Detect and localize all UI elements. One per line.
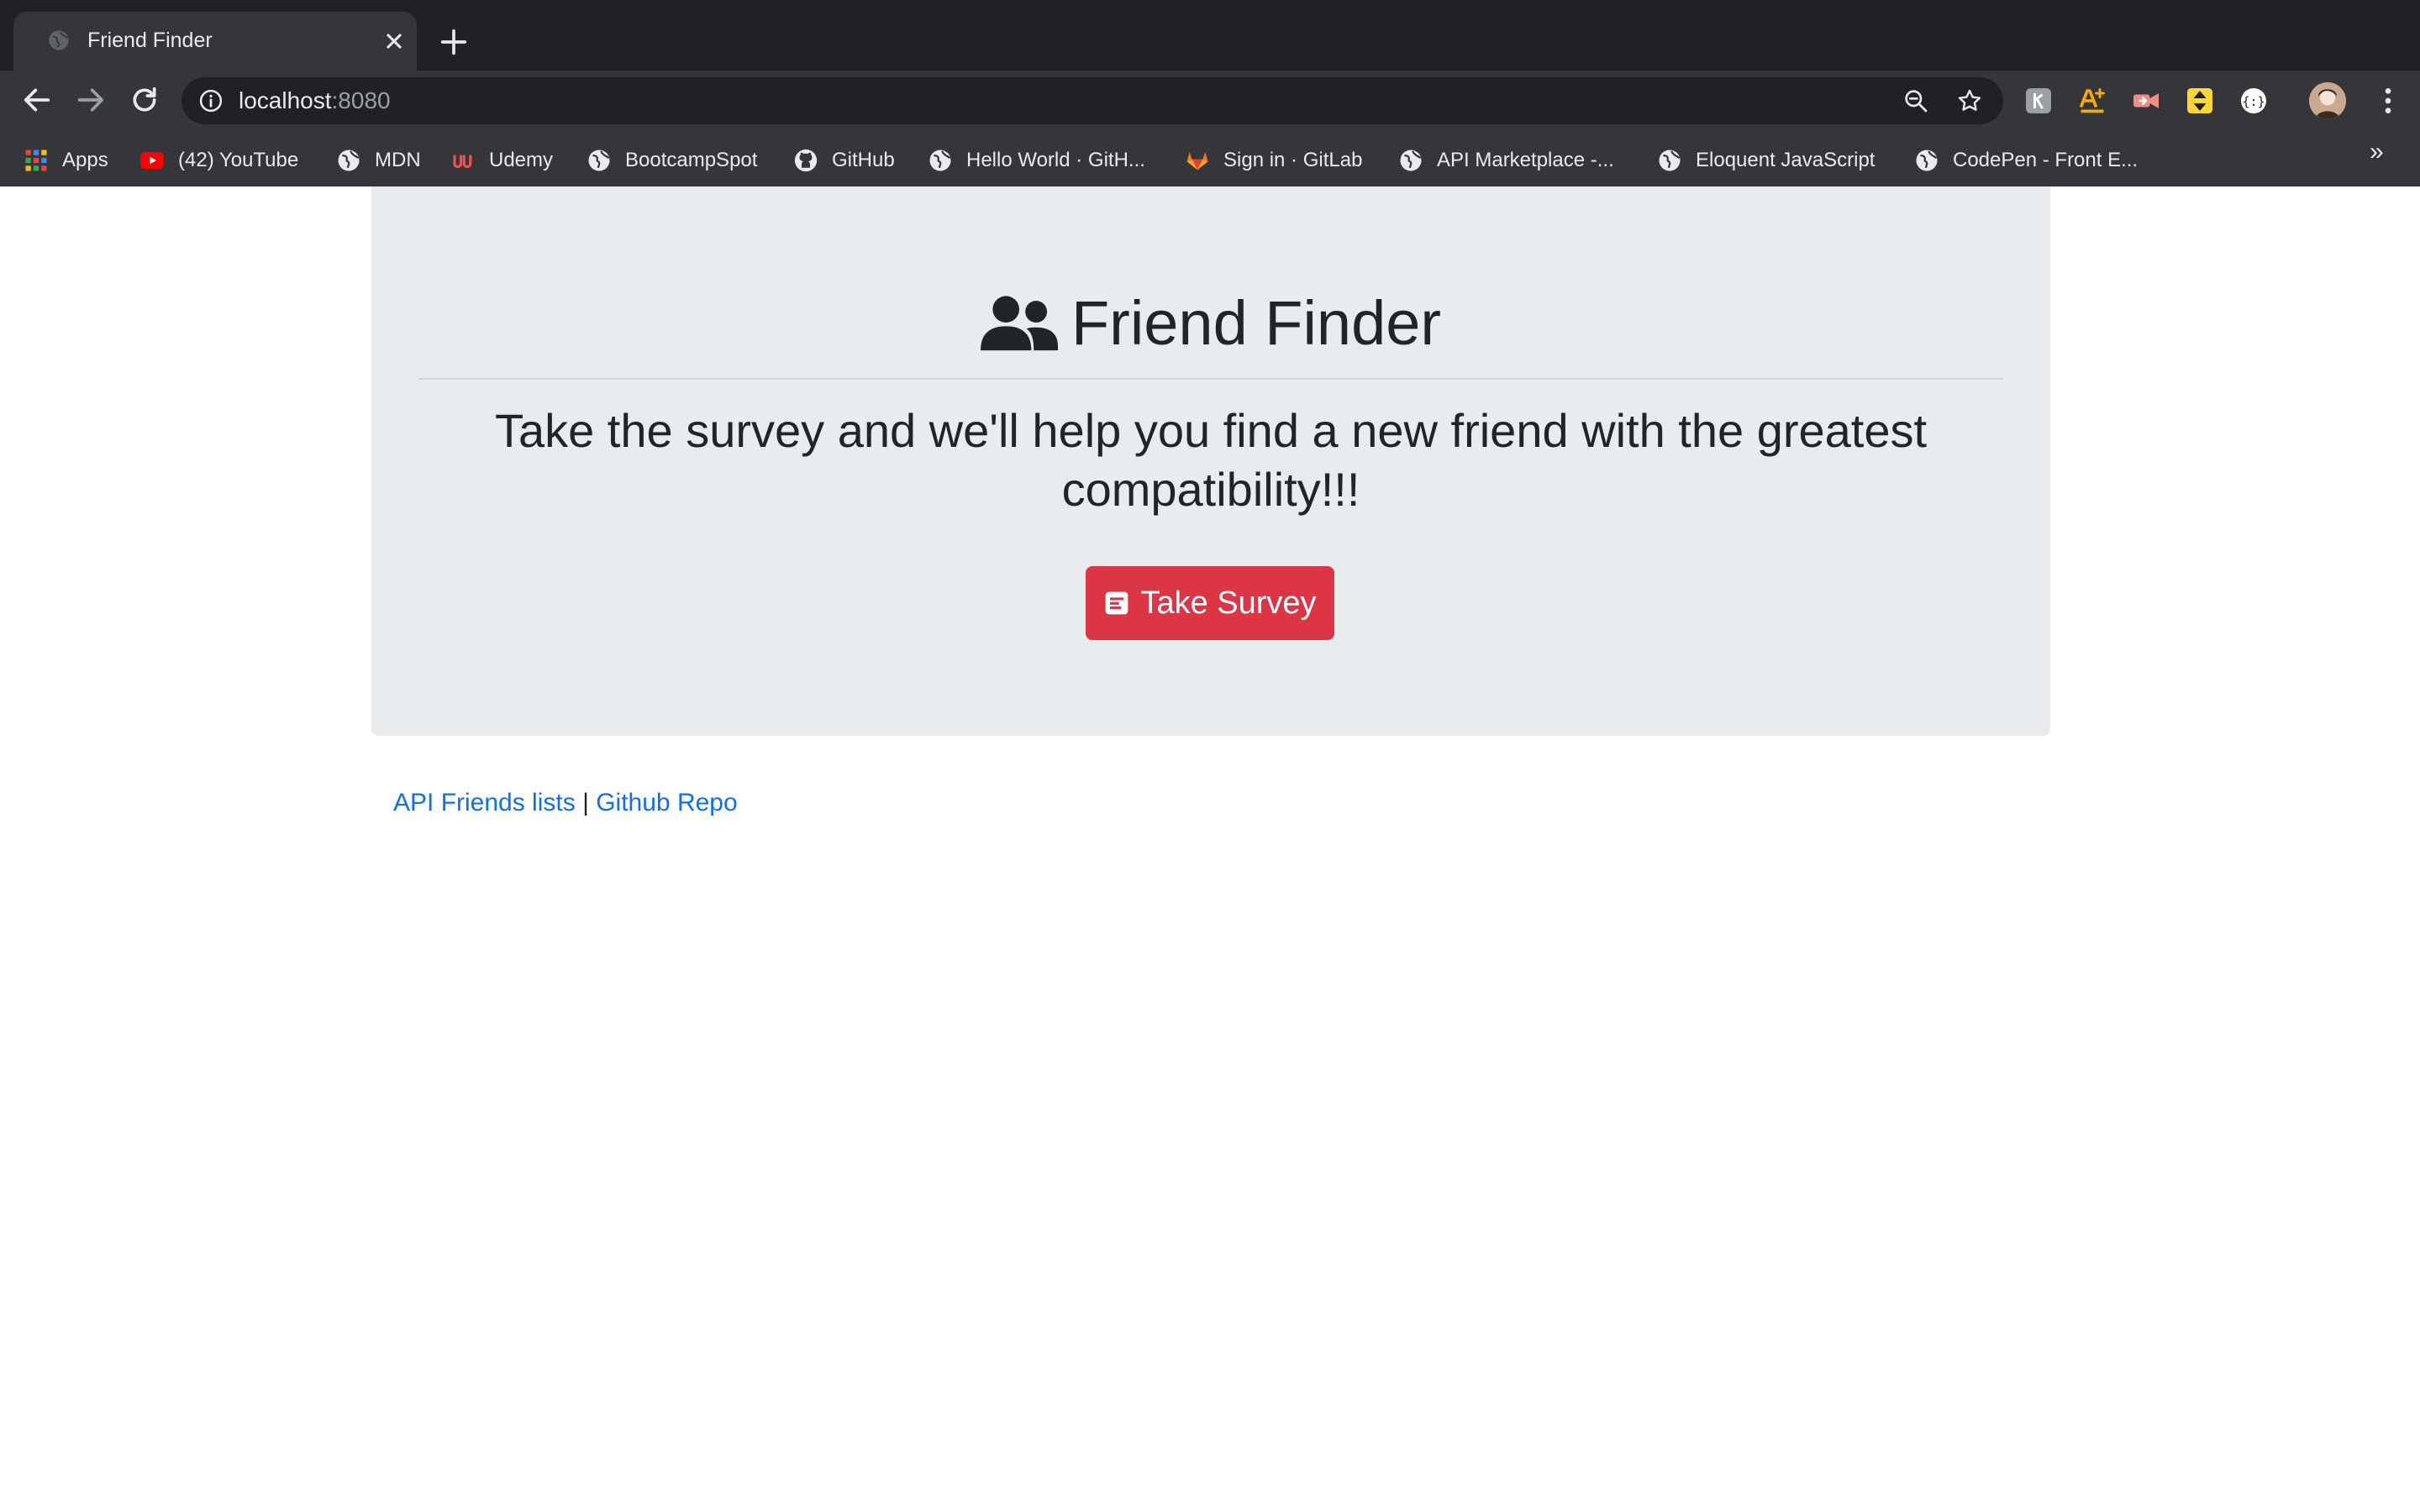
- hero-divider: [418, 378, 2003, 380]
- bookmark-eloquent-javascript[interactable]: Eloquent JavaScript: [1657, 146, 1875, 175]
- bookmark-youtube[interactable]: (42) YouTube: [139, 146, 298, 175]
- bookmark-label: MDN: [375, 149, 421, 171]
- github-repo-link[interactable]: Github Repo: [596, 789, 737, 816]
- bookmark-api-marketplace[interactable]: API Marketplace -...: [1398, 146, 1614, 175]
- link-separator: |: [582, 789, 589, 816]
- bookmark-github[interactable]: GitHub: [793, 146, 895, 175]
- new-tab-icon[interactable]: [437, 25, 471, 59]
- tab-title: Friend Finder: [87, 29, 213, 52]
- bookmark-mdn[interactable]: MDN: [336, 146, 421, 175]
- globe-icon: [1916, 150, 1938, 171]
- bookmark-udemy[interactable]: Udemy: [450, 146, 553, 175]
- footer-links: API Friends lists | Github Repo: [393, 786, 738, 820]
- take-survey-button[interactable]: Take Survey: [1086, 566, 1334, 640]
- hero-jumbotron: Friend Finder Take the survey and we'll …: [371, 186, 2050, 736]
- svg-text:{:}: {:}: [2242, 94, 2265, 109]
- bookmarks-bar: Apps (42) YouTube MDN Udemy BootcampSpot…: [0, 134, 2420, 186]
- sort-extension-icon[interactable]: [2185, 86, 2215, 116]
- bookmark-star-icon[interactable]: [1956, 87, 1983, 114]
- bookmark-label: Hello World · GitH...: [966, 149, 1145, 171]
- globe-icon: [49, 30, 69, 50]
- globe-icon: [588, 150, 610, 171]
- bookmark-bootcampspot[interactable]: BootcampSpot: [587, 146, 757, 175]
- url-text[interactable]: localhost:8080: [239, 87, 391, 115]
- url-port: :8080: [331, 87, 391, 113]
- more-bookmarks-chevron-icon[interactable]: »: [2370, 138, 2384, 166]
- globe-icon: [338, 150, 360, 171]
- api-friends-link[interactable]: API Friends lists: [393, 789, 576, 816]
- forward-arrow-icon[interactable]: [74, 83, 108, 117]
- bookmark-label: BootcampSpot: [625, 149, 758, 171]
- page-title: Friend Finder: [371, 281, 2050, 365]
- page-title-text: Friend Finder: [1071, 287, 1442, 358]
- zoom-icon[interactable]: [1902, 87, 1929, 114]
- bookmark-codepen[interactable]: CodePen - Front E...: [1914, 146, 2138, 175]
- bookmark-label: Eloquent JavaScript: [1696, 149, 1876, 171]
- globe-icon: [1400, 150, 1422, 171]
- youtube-icon: [140, 152, 164, 169]
- ascout-extension-icon[interactable]: [2077, 86, 2107, 116]
- menu-kebab-icon[interactable]: [2371, 84, 2405, 118]
- clipboard-list-icon: [1106, 591, 1128, 615]
- bookmark-label: API Marketplace -...: [1437, 149, 1614, 171]
- browser-chrome: Friend Finder localhost:8080 {:} Apps (4…: [0, 0, 2420, 186]
- bookmark-label: (42) YouTube: [178, 149, 299, 171]
- take-survey-label: Take Survey: [1140, 585, 1317, 621]
- avatar[interactable]: [2309, 82, 2346, 119]
- profile-icon: [2309, 82, 2346, 119]
- info-icon[interactable]: [198, 88, 224, 113]
- bookmark-label: CodePen - Front E...: [1953, 149, 2139, 171]
- bookmark-label: Apps: [62, 149, 108, 171]
- tab-friend-finder[interactable]: Friend Finder: [13, 12, 417, 71]
- bookmark-label: GitHub: [832, 149, 895, 171]
- globe-icon: [929, 150, 951, 171]
- reload-icon[interactable]: [128, 83, 161, 117]
- url-host: localhost: [239, 87, 332, 113]
- globe-icon: [1659, 150, 1681, 171]
- close-icon[interactable]: [380, 27, 408, 55]
- json-extension-icon[interactable]: {:}: [2238, 86, 2269, 116]
- back-arrow-icon[interactable]: [20, 83, 54, 117]
- address-bar[interactable]: localhost:8080: [182, 77, 2003, 124]
- gitlab-icon: [1186, 152, 1208, 171]
- github-icon: [794, 149, 818, 172]
- bookmark-gitlab[interactable]: Sign in · GitLab: [1185, 146, 1362, 175]
- bookmark-apps[interactable]: Apps: [24, 146, 108, 175]
- extension-icon[interactable]: [2023, 86, 2054, 116]
- hero-lead-text: Take the survey and we'll help you find …: [494, 404, 1928, 516]
- bookmark-hello-world[interactable]: Hello World · GitH...: [928, 146, 1145, 175]
- udemy-icon: [453, 155, 472, 169]
- tab-strip: Friend Finder: [0, 0, 2420, 71]
- users-icon: [980, 296, 1058, 351]
- bookmark-label: Sign in · GitLab: [1223, 149, 1363, 171]
- bookmark-label: Udemy: [489, 149, 554, 171]
- video-extension-icon[interactable]: [2131, 86, 2161, 116]
- apps-grid-icon: [25, 150, 47, 171]
